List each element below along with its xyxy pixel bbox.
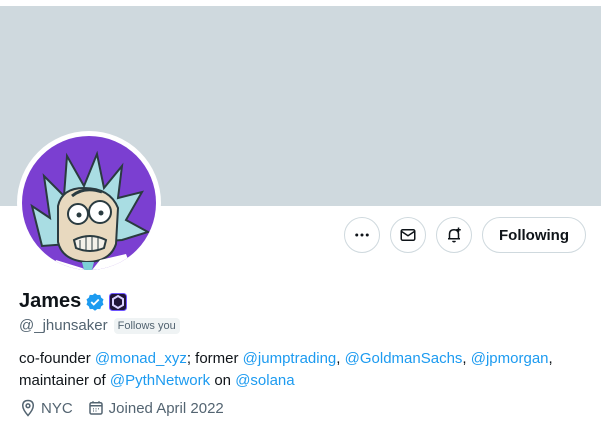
bio-mention-monad[interactable]: @monad_xyz bbox=[95, 350, 187, 367]
bio-mention-goldmansachs[interactable]: @GoldmanSachs bbox=[345, 350, 463, 367]
bio-text: , bbox=[548, 350, 553, 367]
bio-mention-jumptrading[interactable]: @jumptrading bbox=[243, 350, 337, 367]
profile-location: NYC bbox=[19, 399, 73, 417]
notify-button[interactable] bbox=[436, 217, 472, 253]
following-button[interactable]: Following bbox=[482, 217, 586, 253]
profile-name-row: James bbox=[19, 290, 128, 313]
location-icon bbox=[21, 399, 35, 417]
message-button[interactable] bbox=[390, 217, 426, 253]
bio-mention-solana[interactable]: @solana bbox=[235, 372, 294, 389]
profile-handle: @_jhunsaker bbox=[19, 317, 108, 334]
more-button[interactable] bbox=[344, 217, 380, 253]
profile-meta: NYC Joined April 2022 bbox=[19, 399, 238, 417]
avatar-image bbox=[22, 136, 156, 270]
bio-mention-pythnetwork[interactable]: @PythNetwork bbox=[110, 372, 210, 389]
profile-name: James bbox=[19, 290, 82, 312]
bio-text: maintainer of bbox=[19, 372, 110, 389]
bio-mention-jpmorgan[interactable]: @jpmorgan bbox=[471, 350, 549, 367]
follows-you-badge: Follows you bbox=[113, 317, 180, 334]
location-text: NYC bbox=[41, 399, 73, 417]
page-edge bbox=[601, 0, 606, 430]
verified-badge-icon[interactable] bbox=[85, 292, 105, 312]
bio-text: co-founder bbox=[19, 350, 95, 367]
profile-handle-row: @_jhunsaker Follows you bbox=[19, 317, 180, 334]
bio-text: , bbox=[462, 350, 471, 367]
profile-actions: Following bbox=[344, 217, 586, 253]
profile-bio: co-founder @monad_xyz; former @jumptradi… bbox=[19, 348, 589, 392]
profile-joined: Joined April 2022 bbox=[87, 399, 224, 417]
bio-text: , bbox=[336, 350, 345, 367]
bell-plus-icon bbox=[448, 227, 461, 243]
affiliate-badge-icon[interactable] bbox=[109, 292, 128, 311]
calendar-icon bbox=[88, 401, 103, 415]
envelope-icon bbox=[400, 229, 416, 241]
bio-text: ; former bbox=[186, 350, 243, 367]
joined-text: Joined April 2022 bbox=[108, 399, 224, 417]
more-icon bbox=[355, 233, 369, 237]
bio-text: on bbox=[210, 372, 236, 389]
avatar[interactable] bbox=[17, 131, 161, 275]
